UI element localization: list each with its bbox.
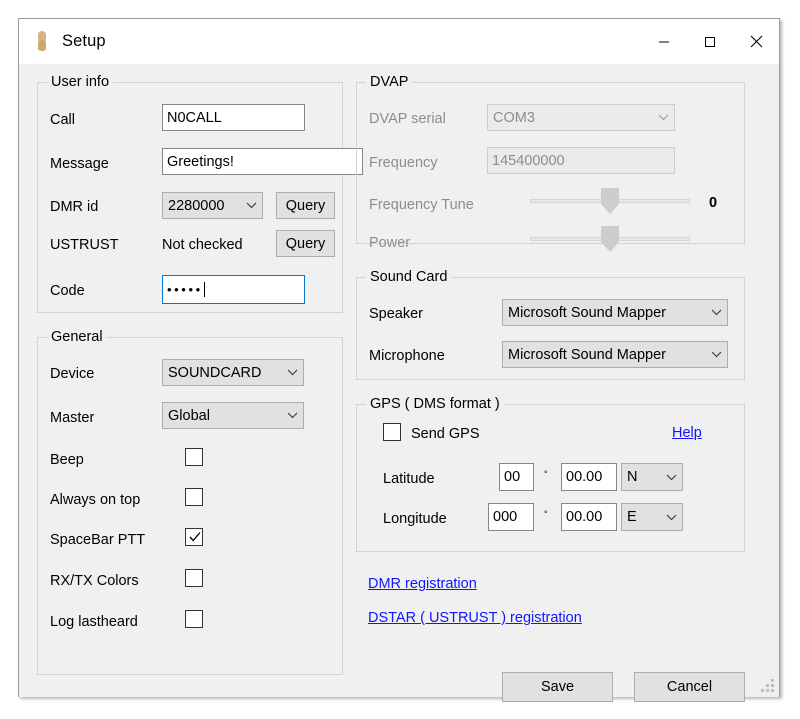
spacebar-ptt-label: SpaceBar PTT <box>50 532 146 548</box>
dmr-id-label: DMR id <box>50 199 99 215</box>
ustrust-query-button[interactable]: Query <box>276 230 335 257</box>
message-input[interactable]: Greetings! <box>162 148 363 175</box>
always-on-top-label: Always on top <box>50 492 141 508</box>
call-input[interactable]: N0CALL <box>162 104 305 131</box>
chevron-down-icon <box>705 351 727 358</box>
speaker-combo[interactable]: Microsoft Sound Mapper <box>502 299 728 326</box>
rx-tx-colors-label: RX/TX Colors <box>50 573 139 589</box>
microphone-label: Microphone <box>369 348 445 364</box>
chevron-down-icon <box>240 202 262 209</box>
microphone-combo[interactable]: Microsoft Sound Mapper <box>502 341 728 368</box>
chevron-down-icon <box>660 474 682 481</box>
resize-grip[interactable] <box>761 679 774 692</box>
microphone-value: Microsoft Sound Mapper <box>508 346 666 363</box>
frequency-tune-label: Frequency Tune <box>369 197 474 213</box>
master-label: Master <box>50 410 95 426</box>
text-cursor <box>203 282 205 297</box>
power-slider[interactable] <box>530 226 690 254</box>
chevron-down-icon <box>281 412 303 419</box>
desktop-background: Setup User info Call N0CALL Message Gree… <box>0 0 800 719</box>
general-legend: General <box>47 329 107 345</box>
dmr-query-button[interactable]: Query <box>276 192 335 219</box>
slider-thumb[interactable] <box>601 188 619 214</box>
code-input[interactable]: ••••• <box>162 275 305 304</box>
ustrust-label: USTRUST <box>50 237 119 253</box>
latitude-direction-value: N <box>627 469 638 485</box>
user-info-group: User info Call N0CALL Message Greetings!… <box>37 74 363 313</box>
latitude-label: Latitude <box>383 471 435 487</box>
beep-label: Beep <box>50 452 84 468</box>
longitude-minutes-input[interactable]: 00.00 <box>561 503 617 531</box>
setup-window: Setup User info Call N0CALL Message Gree… <box>18 18 780 702</box>
sound-card-group: Sound Card Speaker Microsoft Sound Mappe… <box>356 269 745 380</box>
latitude-degree-symbol: ° <box>544 469 548 479</box>
chevron-down-icon <box>652 114 674 121</box>
power-label: Power <box>369 235 411 251</box>
device-value: SOUNDCARD <box>168 364 262 381</box>
code-value: ••••• <box>167 282 203 297</box>
cancel-button[interactable]: Cancel <box>634 672 745 702</box>
code-label: Code <box>50 283 85 299</box>
dvap-frequency-label: Frequency <box>369 155 438 171</box>
spacebar-ptt-checkbox[interactable] <box>185 528 203 546</box>
call-label: Call <box>50 112 75 128</box>
send-gps-checkbox[interactable] <box>383 423 401 441</box>
checkmark-icon <box>189 532 201 542</box>
close-icon[interactable] <box>733 19 779 64</box>
longitude-label: Longitude <box>383 511 447 527</box>
send-gps-label: Send GPS <box>411 426 480 442</box>
general-group: General Device SOUNDCARD Master Global B… <box>37 329 343 675</box>
dmr-registration-link[interactable]: DMR registration <box>368 576 477 592</box>
dmr-id-value: 2280000 <box>168 197 225 214</box>
dvap-serial-combo[interactable]: COM3 <box>487 104 675 131</box>
window-title: Setup <box>62 32 106 50</box>
longitude-degree-symbol: ° <box>544 509 548 519</box>
dmr-id-combo[interactable]: 2280000 <box>162 192 263 219</box>
dvap-frequency-input[interactable]: 145400000 <box>487 147 675 174</box>
dvap-group: DVAP DVAP serial COM3 Frequency 14540000… <box>356 74 745 252</box>
latitude-direction-combo[interactable]: N <box>621 463 683 491</box>
beep-checkbox[interactable] <box>185 448 203 466</box>
gps-group: GPS ( DMS format ) Send GPS Help Latitud… <box>356 396 745 552</box>
user-info-legend: User info <box>47 74 114 90</box>
longitude-direction-combo[interactable]: E <box>621 503 683 531</box>
frequency-tune-value: 0 <box>709 195 718 211</box>
frequency-tune-slider[interactable] <box>530 188 690 216</box>
ustrust-status: Not checked <box>162 237 243 253</box>
device-label: Device <box>50 366 95 382</box>
microphone-icon <box>33 29 51 55</box>
always-on-top-checkbox[interactable] <box>185 488 203 506</box>
dvap-serial-label: DVAP serial <box>369 111 446 127</box>
message-label: Message <box>50 156 109 172</box>
minimize-icon[interactable] <box>641 19 687 64</box>
dvap-serial-value: COM3 <box>493 109 535 126</box>
longitude-degrees-input[interactable]: 000 <box>488 503 534 531</box>
sound-card-legend: Sound Card <box>366 269 452 285</box>
dialog-client-area: User info Call N0CALL Message Greetings!… <box>19 64 779 702</box>
chevron-down-icon <box>705 309 727 316</box>
window-titlebar: Setup <box>19 19 779 64</box>
chevron-down-icon <box>281 369 303 376</box>
gps-help-link[interactable]: Help <box>672 425 702 441</box>
slider-thumb[interactable] <box>601 226 619 252</box>
device-combo[interactable]: SOUNDCARD <box>162 359 304 386</box>
longitude-direction-value: E <box>627 509 637 525</box>
log-lastheard-label: Log lastheard <box>50 614 138 630</box>
rx-tx-colors-checkbox[interactable] <box>185 569 203 587</box>
master-combo[interactable]: Global <box>162 402 304 429</box>
save-button[interactable]: Save <box>502 672 613 702</box>
dvap-legend: DVAP <box>366 74 413 90</box>
speaker-value: Microsoft Sound Mapper <box>508 304 666 321</box>
master-value: Global <box>168 407 210 424</box>
dstar-registration-link[interactable]: DSTAR ( USTRUST ) registration <box>368 610 582 626</box>
chevron-down-icon <box>660 514 682 521</box>
log-lastheard-checkbox[interactable] <box>185 610 203 628</box>
window-controls <box>641 19 779 64</box>
speaker-label: Speaker <box>369 306 424 322</box>
maximize-icon[interactable] <box>687 19 733 64</box>
latitude-minutes-input[interactable]: 00.00 <box>561 463 617 491</box>
gps-legend: GPS ( DMS format ) <box>366 396 504 412</box>
latitude-degrees-input[interactable]: 00 <box>499 463 534 491</box>
